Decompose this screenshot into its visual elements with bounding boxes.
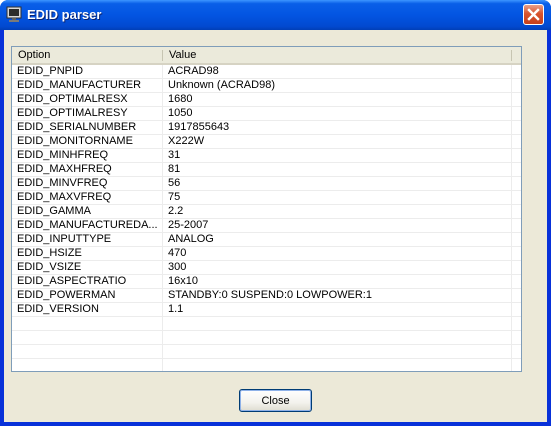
table-row[interactable]: EDID_HSIZE 470 xyxy=(12,247,521,261)
option-cell: EDID_ASPECTRATIO xyxy=(17,275,127,287)
monitor-app-icon xyxy=(6,6,22,22)
dialog-client-area: Option Value EDID_PNPID ACRAD98 EDID_MANUF… xyxy=(4,30,547,422)
table-row[interactable]: EDID_MINHFREQ 31 xyxy=(12,149,521,163)
value-cell: 1.1 xyxy=(168,303,184,315)
table-row[interactable]: EDID_VERSION 1.1 xyxy=(12,303,521,317)
list-header: Option Value xyxy=(12,47,521,65)
option-cell: EDID_MINHFREQ xyxy=(17,149,109,161)
value-cell: 300 xyxy=(168,261,187,273)
empty-row xyxy=(12,359,521,371)
value-cell: 56 xyxy=(168,177,181,189)
column-header-value[interactable]: Value xyxy=(163,47,512,63)
list-rows: EDID_PNPID ACRAD98 EDID_MANUFACTURER Unknow… xyxy=(12,65,521,371)
table-row[interactable]: EDID_INPUTTYPE ANALOG xyxy=(12,233,521,247)
table-row[interactable]: EDID_GAMMA 2.2 xyxy=(12,205,521,219)
value-cell: 2.2 xyxy=(168,205,184,217)
option-cell: EDID_SERIALNUMBER xyxy=(17,121,137,133)
window-frame-left xyxy=(0,30,4,426)
value-cell: 1680 xyxy=(168,93,193,105)
value-cell: 75 xyxy=(168,191,181,203)
option-cell: EDID_MONITORNAME xyxy=(17,135,133,147)
option-cell: EDID_MAXVFREQ xyxy=(17,191,112,203)
option-cell: EDID_INPUTTYPE xyxy=(17,233,112,245)
window-close-button[interactable] xyxy=(523,4,544,25)
window-frame-right xyxy=(547,30,551,426)
value-cell: Unknown (ACRAD98) xyxy=(168,79,275,91)
value-cell: X222W xyxy=(168,135,205,147)
value-cell: STANDBY:0 SUSPEND:0 LOWPOWER:1 xyxy=(168,289,372,301)
option-cell: EDID_PNPID xyxy=(17,65,84,77)
table-row[interactable]: EDID_OPTIMALRESX 1680 xyxy=(12,93,521,107)
option-cell: EDID_MAXHFREQ xyxy=(17,163,112,175)
value-cell: 1917855643 xyxy=(168,121,230,133)
column-divider[interactable] xyxy=(511,50,512,61)
option-cell: EDID_VSIZE xyxy=(17,261,82,273)
window-title: EDID parser xyxy=(27,7,102,22)
option-cell: EDID_OPTIMALRESX xyxy=(17,93,128,105)
table-row[interactable]: EDID_MONITORNAME X222W xyxy=(12,135,521,149)
value-cell: 31 xyxy=(168,149,181,161)
table-row[interactable]: EDID_POWERMAN STANDBY:0 SUSPEND:0 LOWPOWE… xyxy=(12,289,521,303)
edid-list-view[interactable]: Option Value EDID_PNPID ACRAD98 EDID_MANUF… xyxy=(11,46,522,372)
option-cell: EDID_VERSION xyxy=(17,303,99,315)
value-cell: 16x10 xyxy=(168,275,198,287)
close-button[interactable]: Close xyxy=(239,389,312,412)
table-row[interactable]: EDID_MAXHFREQ 81 xyxy=(12,163,521,177)
option-cell: EDID_MINVFREQ xyxy=(17,177,108,189)
table-row[interactable]: EDID_MANUFACTURER Unknown (ACRAD98) xyxy=(12,79,521,93)
column-header-option[interactable]: Option xyxy=(12,47,162,63)
table-row[interactable]: EDID_ASPECTRATIO 16x10 xyxy=(12,275,521,289)
table-row[interactable]: EDID_MINVFREQ 56 xyxy=(12,177,521,191)
table-row[interactable]: EDID_OPTIMALRESY 1050 xyxy=(12,107,521,121)
option-cell: EDID_MANUFACTUREDA... xyxy=(17,219,158,231)
table-row[interactable]: EDID_SERIALNUMBER 1917855643 xyxy=(12,121,521,135)
table-row[interactable]: EDID_MAXVFREQ 75 xyxy=(12,191,521,205)
table-row[interactable]: EDID_MANUFACTUREDA... 25-2007 xyxy=(12,219,521,233)
table-row[interactable]: EDID_VSIZE 300 xyxy=(12,261,521,275)
title-bar[interactable]: EDID parser xyxy=(0,0,551,30)
close-x-icon xyxy=(527,8,540,21)
value-cell: 25-2007 xyxy=(168,219,209,231)
value-cell: ANALOG xyxy=(168,233,214,245)
edid-parser-window: EDID parser Option Value EDID_PNPID ACRAD… xyxy=(0,0,551,426)
empty-row xyxy=(12,345,521,359)
window-frame-bottom xyxy=(0,422,551,426)
option-cell: EDID_POWERMAN xyxy=(17,289,116,301)
option-cell: EDID_HSIZE xyxy=(17,247,82,259)
value-cell: 81 xyxy=(168,163,181,175)
option-cell: EDID_MANUFACTURER xyxy=(17,79,142,91)
table-row[interactable]: EDID_PNPID ACRAD98 xyxy=(12,65,521,79)
value-cell: 1050 xyxy=(168,107,193,119)
value-cell: 470 xyxy=(168,247,187,259)
empty-row xyxy=(12,331,521,345)
value-cell: ACRAD98 xyxy=(168,65,219,77)
option-cell: EDID_OPTIMALRESY xyxy=(17,107,128,119)
option-cell: EDID_GAMMA xyxy=(17,205,91,217)
empty-row xyxy=(12,317,521,331)
